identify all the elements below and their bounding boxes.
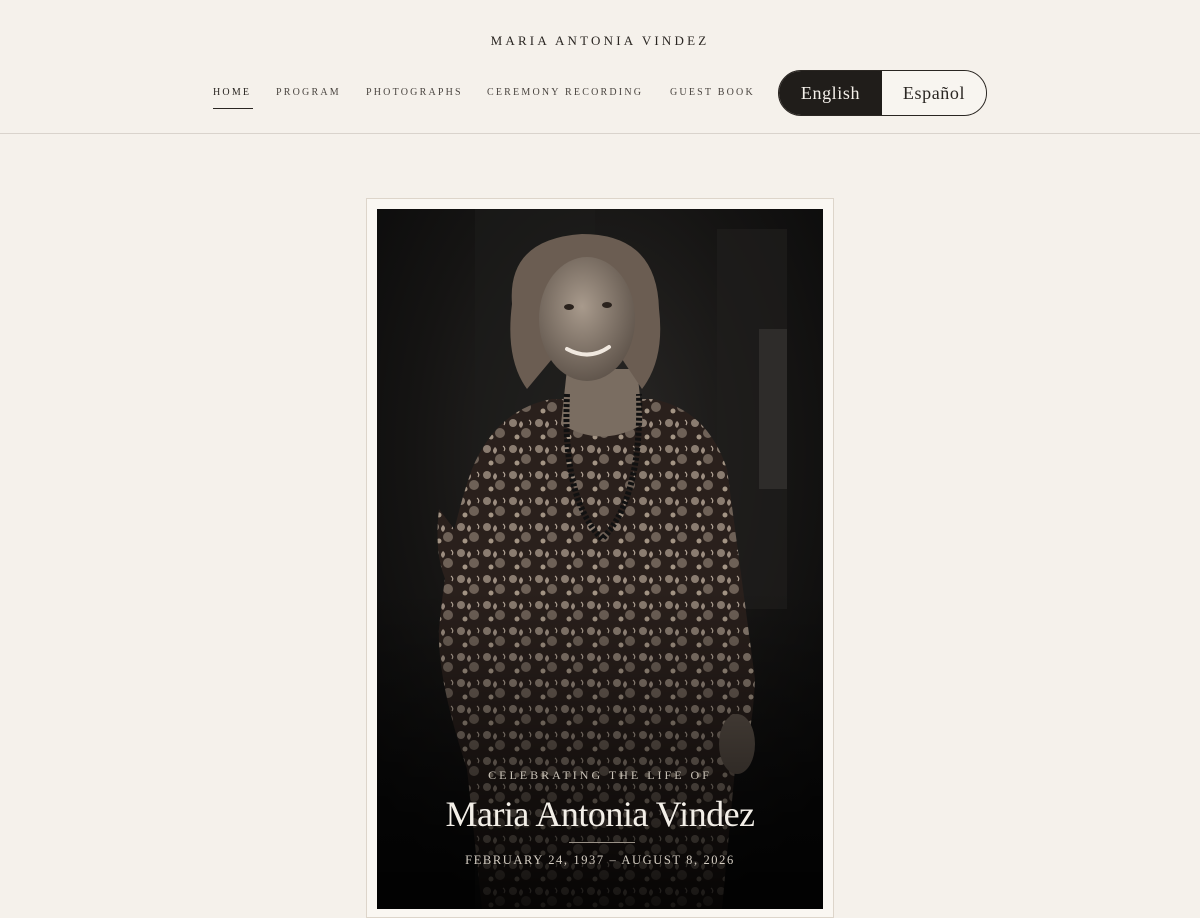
site-header: MARIA ANTONIA VINDEZ HOME PROGRAM PHOTOG…	[0, 0, 1200, 134]
life-dates: FEBRUARY 24, 1937 – AUGUST 8, 2026	[465, 853, 735, 867]
language-spanish-button[interactable]: Español	[882, 71, 986, 115]
site-title[interactable]: MARIA ANTONIA VINDEZ	[0, 33, 1200, 49]
nav-ceremony-recording[interactable]: CEREMONY RECORDING	[487, 87, 643, 98]
language-english-button[interactable]: English	[779, 71, 882, 115]
memorial-name: Maria Antonia Vindez	[445, 794, 755, 834]
language-toggle: English Español	[778, 70, 987, 116]
nav-active-underline	[213, 108, 253, 109]
nav-home[interactable]: HOME	[213, 87, 251, 98]
name-divider	[569, 842, 635, 843]
celebrating-eyebrow: CELEBRATING THE LIFE OF	[488, 768, 712, 782]
nav-guest-book[interactable]: GUEST BOOK	[670, 87, 755, 98]
nav-photographs[interactable]: PHOTOGRAPHS	[366, 87, 463, 98]
nav-program[interactable]: PROGRAM	[276, 87, 341, 98]
memorial-portrait: CELEBRATING THE LIFE OF Maria Antonia Vi…	[377, 209, 823, 909]
